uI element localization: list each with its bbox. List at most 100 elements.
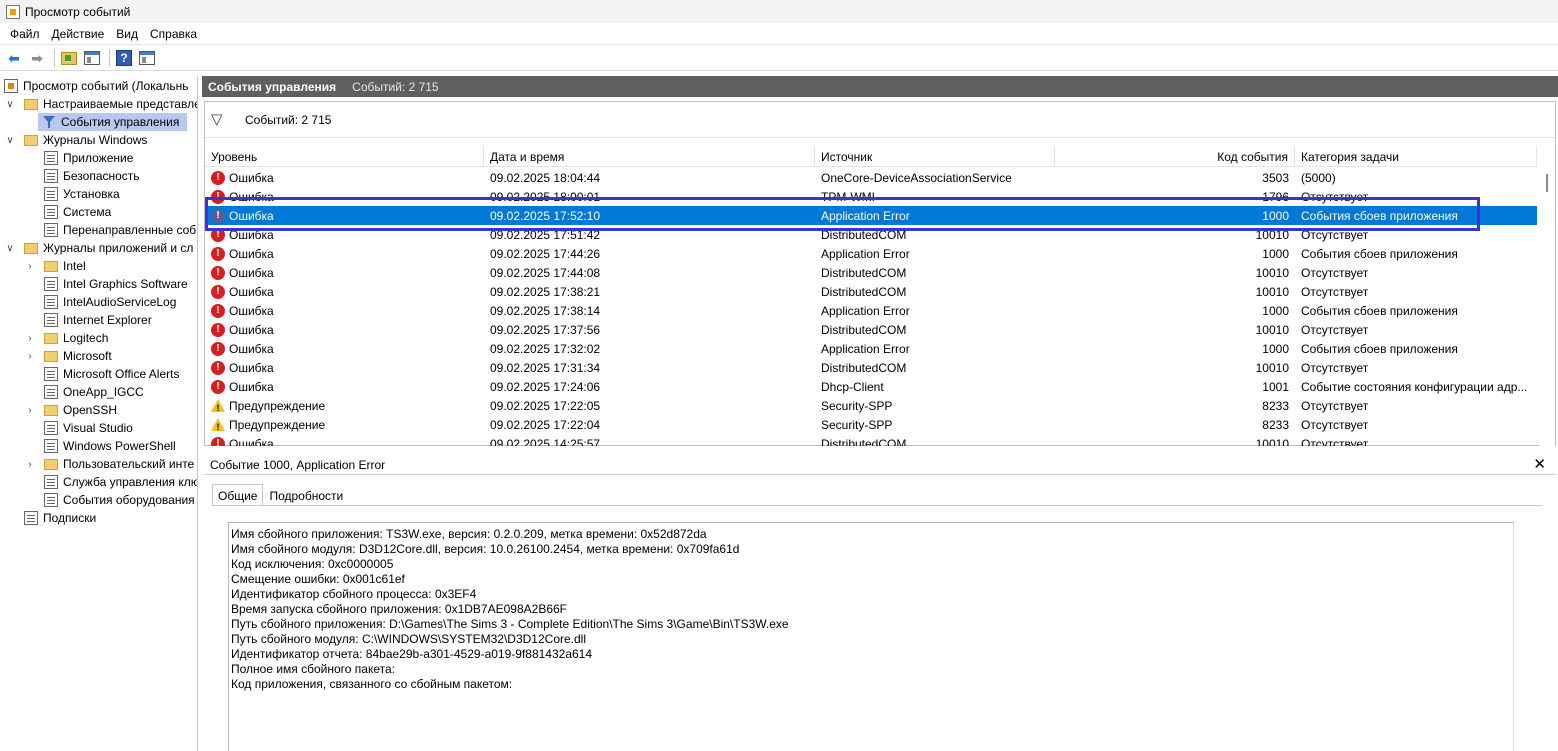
tree-item-label: Журналы Windows — [43, 133, 148, 147]
chevron-right-icon[interactable]: › — [24, 261, 36, 272]
tree-item-label: Intel Graphics Software — [63, 277, 188, 291]
folder-icon — [24, 134, 38, 146]
tree-item-user-interface[interactable]: › Пользовательский инте — [24, 455, 194, 473]
tree-item-intel[interactable]: › Intel — [24, 257, 86, 275]
tree-item-intel-audio-service-log[interactable]: IntelAudioServiceLog — [44, 293, 176, 311]
table-row[interactable]: ! Ошибка 09.02.2025 17:38:14 Application Er… — [205, 301, 1537, 320]
chevron-right-icon[interactable]: › — [24, 459, 36, 470]
table-row[interactable]: ! Ошибка 09.02.2025 17:24:06 Dhcp-Client 100… — [205, 377, 1537, 396]
level-cell: ! Ошибка — [205, 168, 484, 187]
tree-item-forwarded-events[interactable]: Перенаправленные соб — [44, 221, 196, 239]
column-header-level[interactable]: Уровень — [205, 146, 484, 167]
up-folder-button[interactable] — [59, 48, 79, 68]
table-row[interactable]: ! Предупреждение 09.02.2025 17:22:04 Securi… — [205, 415, 1537, 434]
forward-arrow-icon[interactable]: ➡ — [27, 48, 47, 68]
table-row[interactable]: ! Ошибка 09.02.2025 17:31:34 DistributedCOM… — [205, 358, 1537, 377]
help-button[interactable]: ? — [114, 48, 134, 68]
tree-item-windows-powershell[interactable]: Windows PowerShell — [44, 437, 176, 455]
show-hide-tree-button[interactable] — [82, 48, 102, 68]
date-cell: 09.02.2025 17:31:34 — [490, 360, 601, 375]
tree-item-admin-events[interactable]: События управления — [38, 113, 187, 131]
tree-item-windows-logs[interactable]: ∨ Журналы Windows — [4, 131, 147, 149]
column-header-date[interactable]: Дата и время — [484, 146, 815, 167]
tree-item-hardware-events[interactable]: События оборудования — [44, 491, 195, 509]
level-text: Ошибка — [229, 284, 274, 299]
tree-item-visual-studio[interactable]: Visual Studio — [44, 419, 133, 437]
chevron-down-icon[interactable]: ∨ — [4, 135, 16, 146]
level-cell: ! Ошибка — [205, 244, 484, 263]
tree-item-system[interactable]: Система — [44, 203, 111, 221]
events-scrollbar[interactable] — [1539, 168, 1555, 446]
level-text: Ошибка — [229, 170, 274, 185]
table-row[interactable]: ! Ошибка 09.02.2025 17:37:56 DistributedCOM… — [205, 320, 1537, 339]
chevron-down-icon[interactable]: ∨ — [4, 243, 16, 254]
tree-item-microsoft[interactable]: › Microsoft — [24, 347, 112, 365]
tree-item-label: Intel — [63, 259, 86, 273]
table-row[interactable]: ! Ошибка 09.02.2025 17:52:10 Application Er… — [205, 206, 1537, 225]
tree-item-custom-views[interactable]: ∨ Настраиваемые представле — [4, 95, 197, 113]
log-icon — [44, 313, 58, 327]
events-table-body: ! Ошибка 09.02.2025 18:04:44 OneCore-Device… — [205, 168, 1537, 446]
table-row[interactable]: ! Ошибка 09.02.2025 18:00:01 TPM-WMI 1796 Отс… — [205, 187, 1537, 206]
error-icon: ! — [211, 284, 225, 299]
tree-item-oneapp-igcc[interactable]: OneApp_IGCC — [44, 383, 144, 401]
date-cell: 09.02.2025 17:24:06 — [490, 379, 601, 394]
task-category-cell: События сбоев приложения — [1301, 341, 1458, 356]
tree-item-intel-graphics-software[interactable]: Intel Graphics Software — [44, 275, 188, 293]
tab-general[interactable]: Общие — [212, 484, 264, 506]
tree-item-label: Подписки — [43, 511, 97, 525]
tree-item-setup[interactable]: Установка — [44, 185, 120, 203]
tree-item-internet-explorer[interactable]: Internet Explorer — [44, 311, 152, 329]
close-icon[interactable]: ✕ — [1533, 455, 1546, 473]
menu-help[interactable]: Справка — [144, 27, 203, 41]
menu-file[interactable]: Файл — [4, 27, 46, 41]
table-row[interactable]: ! Ошибка 09.02.2025 17:32:02 Application Er… — [205, 339, 1537, 358]
table-row[interactable]: ! Ошибка 09.02.2025 17:51:42 DistributedCOM… — [205, 225, 1537, 244]
description-line: Смещение ошибки: 0x001c61ef — [231, 572, 405, 586]
menu-action[interactable]: Действие — [46, 27, 111, 41]
tree-item-application[interactable]: Приложение — [44, 149, 133, 167]
tree-item-label: Приложение — [63, 151, 134, 165]
level-text: Ошибка — [229, 322, 274, 337]
show-action-pane-button[interactable] — [137, 48, 157, 68]
table-row[interactable]: ! Предупреждение 09.02.2025 17:22:05 Securi… — [205, 396, 1537, 415]
tree-item-security[interactable]: Безопасность — [44, 167, 140, 185]
chevron-right-icon[interactable]: › — [24, 351, 36, 362]
tree-item-logitech[interactable]: › Logitech — [24, 329, 108, 347]
description-line: Код приложения, связанного со сбойным па… — [231, 677, 513, 691]
window-title: Просмотр событий — [25, 4, 131, 19]
table-row[interactable]: ! Ошибка 09.02.2025 14:25:57 DistributedCOM… — [205, 434, 1537, 446]
table-row[interactable]: ! Ошибка 09.02.2025 17:44:26 Application Er… — [205, 244, 1537, 263]
event-id-cell: 10010 — [1255, 360, 1289, 375]
error-icon: ! — [211, 303, 225, 318]
tree-item-key-management-service[interactable]: Служба управления клю — [44, 473, 198, 491]
tree-item-label: Microsoft — [63, 349, 112, 363]
chevron-down-icon[interactable]: ∨ — [4, 99, 16, 110]
column-header-task-category[interactable]: Категория задачи — [1295, 146, 1537, 167]
level-cell: ! Ошибка — [205, 320, 484, 339]
chevron-right-icon[interactable]: › — [24, 333, 36, 344]
scrollbar-thumb[interactable] — [1546, 174, 1548, 192]
tab-details[interactable]: Подробности — [263, 484, 349, 506]
table-row[interactable]: ! Ошибка 09.02.2025 17:44:08 DistributedCOM… — [205, 263, 1537, 282]
table-row[interactable]: ! Ошибка 09.02.2025 17:38:21 DistributedCOM… — [205, 282, 1537, 301]
tree-item-label: Служба управления клю — [63, 475, 198, 489]
task-category-cell: Отсутствует — [1301, 322, 1369, 337]
event-description[interactable]: Имя сбойного приложения: TS3W.exe, верси… — [228, 522, 1514, 751]
column-header-event-id[interactable]: Код события — [1055, 146, 1295, 167]
menu-view[interactable]: Вид — [110, 27, 144, 41]
description-line: Имя сбойного модуля: D3D12Core.dll, верс… — [231, 542, 740, 556]
tree-item-subscriptions[interactable]: Подписки — [24, 509, 96, 527]
tree-item-label: IntelAudioServiceLog — [63, 295, 177, 309]
description-line: Путь сбойного приложения: D:\Games\The S… — [231, 617, 789, 631]
back-arrow-icon[interactable]: ⬅ — [4, 48, 24, 68]
chevron-right-icon[interactable]: › — [24, 405, 36, 416]
tree-item-openssh[interactable]: › OpenSSH — [24, 401, 117, 419]
error-icon: ! — [211, 360, 225, 375]
date-cell: 09.02.2025 17:32:02 — [490, 341, 601, 356]
tree-item-app-service-logs[interactable]: ∨ Журналы приложений и сл — [4, 239, 193, 257]
table-row[interactable]: ! Ошибка 09.02.2025 18:04:44 OneCore-Device… — [205, 168, 1537, 187]
column-header-source[interactable]: Источник — [815, 146, 1055, 167]
tree-item-microsoft-office-alerts[interactable]: Microsoft Office Alerts — [44, 365, 179, 383]
tree-item-event-viewer-root[interactable]: Просмотр событий (Локальнь — [4, 77, 189, 95]
